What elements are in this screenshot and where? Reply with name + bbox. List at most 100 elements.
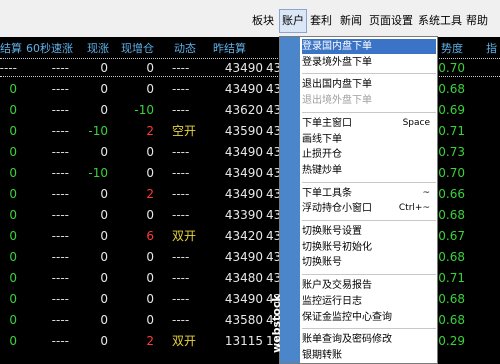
menu-account[interactable]: 账户 [279, 9, 307, 33]
cell-prev-settle: 43580 [224, 313, 263, 327]
cell-prev-settle: 43490 [224, 250, 263, 264]
menu-item[interactable]: 登录境外盘下单 [302, 55, 436, 70]
cell-cur-rise: 0 [100, 292, 108, 306]
menu-item[interactable]: 切换账号 [302, 255, 436, 270]
menu-system-tools[interactable]: 系统工具 [418, 10, 462, 32]
cell-dynamic: ---- [172, 313, 190, 327]
cell-settle: 0 [9, 103, 17, 117]
menu-sector[interactable]: 板块 [252, 10, 274, 32]
menu-item[interactable]: 止损开仓 [302, 147, 436, 162]
menu-separator [302, 274, 436, 276]
menu-item-label: 保证金监控中心查询 [302, 311, 392, 323]
cell-settle: 0 [9, 187, 17, 201]
cell-60s-rise: ---- [51, 292, 69, 306]
menu-item-label: 登录境外盘下单 [302, 56, 372, 68]
menu-separator [302, 111, 436, 113]
cell-60s-rise: ---- [51, 334, 69, 348]
cell-prev-settle: 43620 [224, 103, 263, 117]
cell-momentum: 0.68 [438, 313, 465, 327]
menu-item[interactable]: 浮动持仓小窗口 Ctrl+~ [302, 201, 436, 216]
cell-momentum: 0.68 [438, 208, 465, 222]
cell-cur-oi: 0 [146, 82, 154, 96]
cell-cur-oi: -10 [134, 103, 154, 117]
menu-page-settings[interactable]: 页面设置 [369, 10, 413, 32]
menu-item-label: 账单查询及密码修改 [302, 334, 392, 346]
cell-60s-rise: ---- [51, 187, 69, 201]
cell-dynamic: ---- [172, 187, 190, 201]
cell-cur-rise: 0 [100, 103, 108, 117]
cell-settle: 0 [9, 292, 17, 306]
menu-item-label: 退出境外盘下单 [302, 95, 372, 107]
col-cur-rise[interactable]: 现涨 [87, 40, 109, 56]
menu-item[interactable]: 账单查询及密码修改 [302, 332, 436, 347]
menu-separator [302, 181, 436, 183]
cell-prev-settle: 43490 [224, 61, 263, 75]
menu-item[interactable]: 热键炒单 [302, 163, 436, 178]
cell-momentum: 0.67 [438, 229, 465, 243]
cell-dynamic: ---- [172, 61, 190, 75]
cell-cur-rise: 0 [100, 145, 108, 159]
cell-cur-rise: 0 [100, 271, 108, 285]
cell-cur-oi: 0 [146, 166, 154, 180]
cell-cur-rise: 0 [100, 334, 108, 348]
cell-cur-rise: 0 [100, 250, 108, 264]
col-momentum[interactable]: 势度 [441, 40, 463, 56]
brand-label: webstock [270, 294, 283, 353]
menu-item[interactable]: 下单工具条 ~ [302, 186, 436, 201]
col-prev-settle[interactable]: 昨结算 [213, 40, 246, 56]
cell-cur-oi: 0 [146, 250, 154, 264]
cell-dynamic: 双开 [172, 229, 197, 243]
cell-60s-rise: ---- [51, 82, 69, 96]
col-dynamic[interactable]: 动态 [174, 40, 196, 56]
col-settle[interactable]: 结算 [0, 40, 22, 56]
cell-cur-oi: 6 [146, 229, 154, 243]
cell-settle: 0 [9, 166, 17, 180]
cell-cur-rise: 0 [100, 61, 108, 75]
menu-item[interactable]: 登录国内盘下单 [302, 39, 436, 54]
menu-news[interactable]: 新闻 [340, 10, 362, 32]
cell-momentum: -0.29 [433, 334, 465, 348]
menu-item[interactable]: 下单主窗口 Space [302, 116, 436, 131]
cell-settle: 0 [9, 313, 17, 327]
menu-item-shortcut: ~ [422, 187, 430, 198]
menu-item[interactable]: 银期转账 [302, 348, 436, 363]
menu-item[interactable]: 监控运行日志 [302, 294, 436, 309]
col-60s-rise[interactable]: 60秒速涨 [26, 40, 73, 56]
cell-settle: 0 [9, 124, 17, 138]
menu-item-label: 热键炒单 [302, 164, 342, 176]
cell-momentum: 0.68 [438, 250, 465, 264]
cell-60s-rise: ---- [51, 124, 69, 138]
menu-item-shortcut: Space [402, 117, 430, 128]
cell-60s-rise: ---- [51, 313, 69, 327]
cell-cur-oi: 0 [146, 292, 154, 306]
cell-60s-rise: ---- [51, 229, 69, 243]
cell-dynamic: 双开 [172, 334, 197, 348]
cell-cur-oi: 0 [146, 145, 154, 159]
cell-cur-oi: 2 [146, 124, 154, 138]
cell-prev-settle: 43490 [224, 82, 263, 96]
menu-item-label: 退出国内盘下单 [302, 79, 372, 91]
col-cur-oi[interactable]: 现增仓 [121, 40, 154, 56]
cell-cur-rise: 0 [100, 208, 108, 222]
menu-item[interactable]: 切换账号设置 [302, 224, 436, 239]
menu-item: 退出境外盘下单 [302, 93, 436, 108]
menu-arbitrage[interactable]: 套利 [310, 10, 332, 32]
menu-item[interactable]: 账户及交易报告 [302, 278, 436, 293]
cell-settle: 0 [9, 145, 17, 159]
menu-item-label: 银期转账 [302, 349, 342, 361]
menu-item-label: 切换账号 [302, 257, 342, 269]
col-index[interactable]: 指 [486, 40, 497, 56]
menu-item[interactable]: 退出国内盘下单 [302, 77, 436, 92]
cell-momentum: 0.71 [438, 271, 465, 285]
cell-cur-oi: 0 [146, 313, 154, 327]
menu-item[interactable]: 保证金监控中心查询 [302, 310, 436, 325]
menu-item-label: 浮动持仓小窗口 [302, 203, 372, 215]
cell-momentum: 0.69 [438, 103, 465, 117]
menu-item[interactable]: 画线下单 [302, 132, 436, 147]
menu-help[interactable]: 帮助 [466, 10, 488, 32]
menu-item[interactable]: 切换账号初始化 [302, 240, 436, 255]
cell-dynamic: ---- [172, 271, 190, 285]
cell-dynamic: ---- [172, 250, 190, 264]
cell-cur-rise: 0 [100, 82, 108, 96]
cell-momentum: 0.70 [438, 166, 465, 180]
